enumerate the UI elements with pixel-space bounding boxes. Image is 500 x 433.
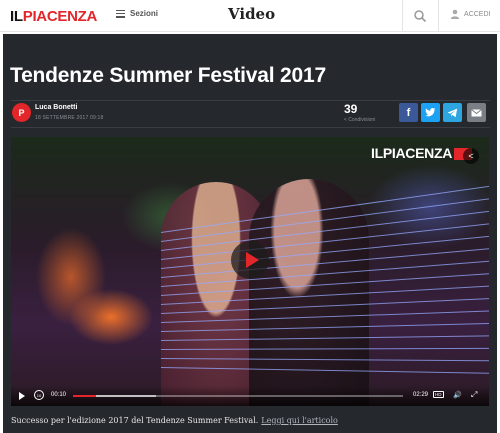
- telegram-share-button[interactable]: [443, 103, 462, 122]
- twitter-icon: [425, 107, 436, 116]
- divider: [402, 0, 403, 32]
- control-play-icon[interactable]: [19, 392, 25, 400]
- fullscreen-icon[interactable]: ⤢: [471, 390, 477, 400]
- login-button[interactable]: ACCEDI: [450, 9, 490, 19]
- facebook-icon: f: [406, 106, 411, 119]
- video-watermark-logo: ILPIACENZA: [371, 145, 473, 161]
- hd-quality-button[interactable]: HD: [433, 391, 444, 398]
- volume-icon[interactable]: 🔊: [453, 391, 462, 399]
- email-share-button[interactable]: [467, 103, 486, 122]
- current-time: 00:10: [51, 392, 67, 398]
- publish-date: 18 SETTEMBRE 2017 09:18: [35, 115, 104, 121]
- sections-label: Sezioni: [130, 9, 159, 18]
- duration: 02:29: [413, 392, 429, 398]
- share-count-label: < Condivisioni: [344, 117, 376, 123]
- author-name[interactable]: Luca Bonetti: [35, 104, 77, 111]
- replay-10-icon[interactable]: 10: [34, 390, 44, 400]
- caption-text: Successo per l'edizione 2017 del Tendenz…: [11, 416, 259, 425]
- top-navbar: IL PIACENZA Sezioni Video ACCEDI: [0, 0, 500, 32]
- page-title: Video: [228, 5, 276, 23]
- search-icon[interactable]: [413, 9, 427, 23]
- facebook-share-button[interactable]: f: [399, 103, 418, 122]
- site-logo[interactable]: IL PIACENZA: [10, 7, 97, 25]
- video-caption: Successo per l'edizione 2017 del Tendenz…: [11, 416, 338, 425]
- mail-icon: [471, 108, 482, 116]
- video-share-icon[interactable]: <: [463, 148, 479, 164]
- sections-menu-button[interactable]: Sezioni: [116, 9, 158, 18]
- logo-name: PIACENZA: [22, 7, 98, 25]
- divider: [438, 0, 439, 32]
- video-player[interactable]: ILPIACENZA < 10 00:10 02:29 HD 🔊 ⤢: [11, 137, 489, 406]
- share-icon: <: [344, 117, 347, 123]
- article-meta: P Luca Bonetti 18 SETTEMBRE 2017 09:18 3…: [11, 100, 490, 128]
- play-icon: [245, 252, 259, 268]
- read-article-link[interactable]: Leggi qui l'articolo: [261, 416, 338, 425]
- share-count: 39: [344, 102, 358, 116]
- telegram-icon: [447, 108, 458, 117]
- play-button[interactable]: [231, 241, 269, 279]
- hamburger-icon: [116, 9, 125, 18]
- twitter-share-button[interactable]: [421, 103, 440, 122]
- logo-il: IL: [10, 7, 23, 25]
- author-avatar[interactable]: P: [12, 103, 31, 122]
- user-icon: [450, 9, 460, 19]
- seek-bar[interactable]: [73, 395, 403, 397]
- video-controls: 10 00:10 02:29 HD 🔊 ⤢: [11, 386, 489, 406]
- progress-bar: [73, 395, 97, 397]
- article-title: Tendenze Summer Festival 2017: [10, 64, 326, 87]
- login-label: ACCEDI: [464, 10, 491, 18]
